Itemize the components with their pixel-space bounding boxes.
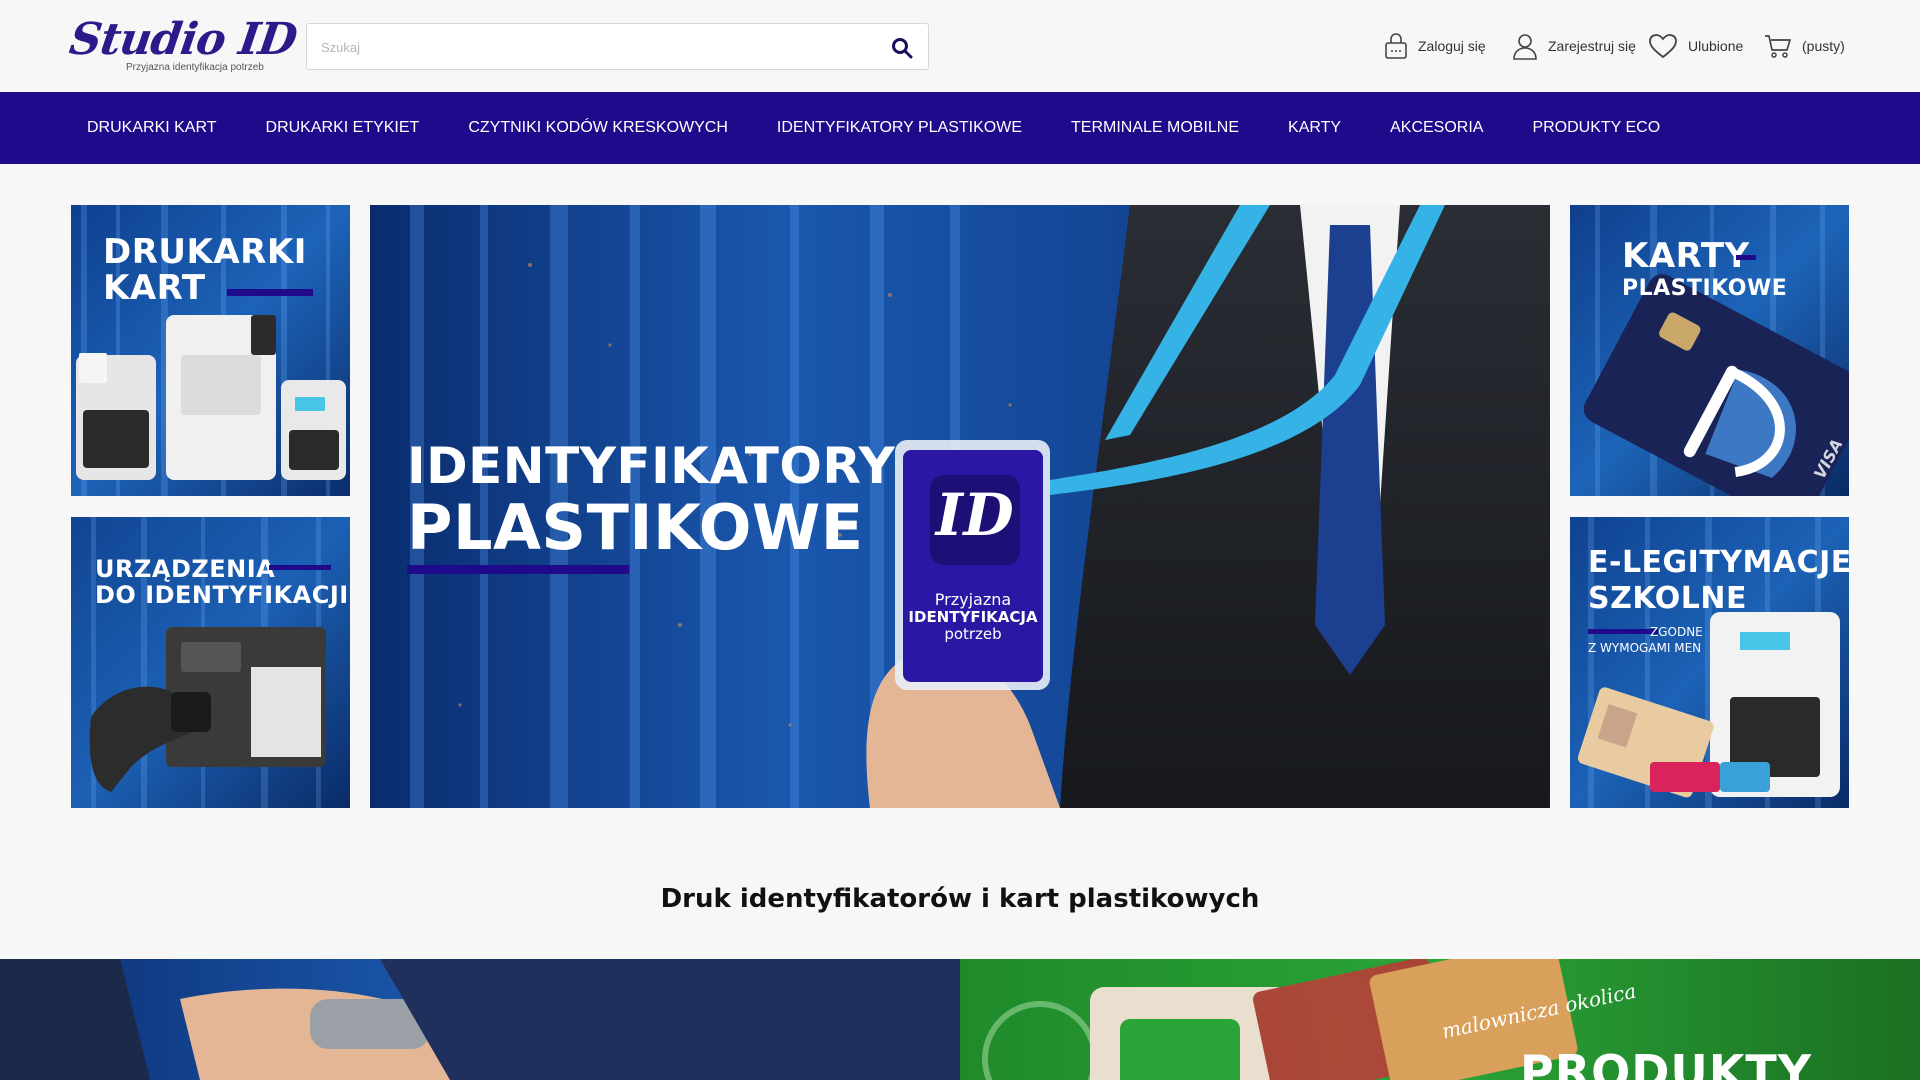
banner-title-line1: DRUKARKI [103,232,307,272]
banner-subtitle-line1: ZGODNE [1650,625,1703,639]
register-label: Zarejestruj się [1548,38,1636,54]
banner-card-printers[interactable]: DRUKARKI KART [71,205,350,496]
banner-title-line2: KART [103,268,206,308]
nav-item-barcode-scanners[interactable]: CZYTNIKI KODÓW KRESKOWYCH [468,119,728,137]
title-underline [269,565,331,570]
bottom-banner-left[interactable] [0,959,960,1080]
bottom-right-title: PRODUKTY [1520,1045,1813,1080]
banner-title-line1: KARTY [1622,236,1750,276]
favorites-label: Ulubione [1688,38,1744,54]
logo-text: Studio ID [66,14,300,65]
badge-text-line3: potrzeb [944,625,1002,643]
title-underline [227,289,313,296]
search-input[interactable] [321,34,861,60]
banner-title-line2: SZKOLNE [1588,581,1747,616]
hero-title-underline [407,565,629,574]
logo-tagline: Przyjazna identyfikacja potrzeb [126,62,264,73]
nav-item-cards[interactable]: KARTY [1288,119,1341,137]
heart-icon [1649,34,1677,59]
banner-title-line2: DO IDENTYFIKACJI [95,581,349,609]
banner-title-line1: E-LEGITYMACJE [1588,545,1849,580]
hero-title-line2: PLASTIKOWE [407,491,864,564]
banner-school-eids[interactable]: E-LEGITYMACJE SZKOLNE ZGODNE Z WYMOGAMI … [1570,517,1849,808]
nav-item-label-printers[interactable]: DRUKARKI ETYKIET [266,119,420,137]
login-link[interactable]: Zaloguj się [1384,30,1486,62]
nav-item-accessories[interactable]: AKCESORIA [1390,119,1483,137]
user-icon [1513,34,1537,60]
cart-icon [1765,35,1791,58]
search-icon[interactable] [890,36,914,60]
cart-label: (pusty) [1802,38,1845,54]
section-title: Druk identyfikatorów i kart plastikowych [660,884,1260,914]
banner-plastic-cards[interactable]: KARTY PLASTIKOWE VISA [1570,205,1849,496]
lock-icon [1385,33,1407,59]
hero-title-line1: IDENTYFIKATORY [407,437,896,495]
search-box [306,23,929,70]
title-underline [1736,255,1756,260]
cart-link[interactable]: (pusty) [1764,30,1845,62]
site-header: Studio ID Przyjazna identyfikacja potrze… [0,0,1920,92]
nav-item-mobile-terminals[interactable]: TERMINALE MOBILNE [1071,119,1239,137]
login-label: Zaloguj się [1418,38,1486,54]
banner-title-line1: URZĄDZENIA [95,555,276,583]
banner-identification-devices[interactable]: URZĄDZENIA DO IDENTYFIKACJI [71,517,350,808]
banner-title-line2: PLASTIKOWE [1622,276,1788,301]
site-logo[interactable]: Studio ID Przyjazna identyfikacja potrze… [66,14,299,76]
nav-item-plastic-ids[interactable]: IDENTYFIKATORY PLASTIKOWE [777,119,1022,137]
banner-subtitle-line2: Z WYMOGAMI MEN [1588,641,1702,655]
badge-logo: ID [935,481,1015,549]
register-link[interactable]: Zarejestruj się [1512,30,1636,62]
nav-item-card-printers[interactable]: DRUKARKI KART [87,119,217,137]
main-navigation: DRUKARKI KART DRUKARKI ETYKIET CZYTNIKI … [0,92,1920,164]
bottom-left-image [0,959,960,1080]
favorites-link[interactable]: Ulubione [1648,30,1743,62]
hero-banner-plastic-ids[interactable]: IDENTYFIKATORY PLASTIKOWE ID Przyjazna I… [370,205,1550,808]
nav-item-eco-products[interactable]: PRODUKTY ECO [1532,119,1660,137]
bottom-banner-right[interactable]: PRODUKTY malownicza okolica [960,959,1920,1080]
title-underline [1588,629,1658,634]
